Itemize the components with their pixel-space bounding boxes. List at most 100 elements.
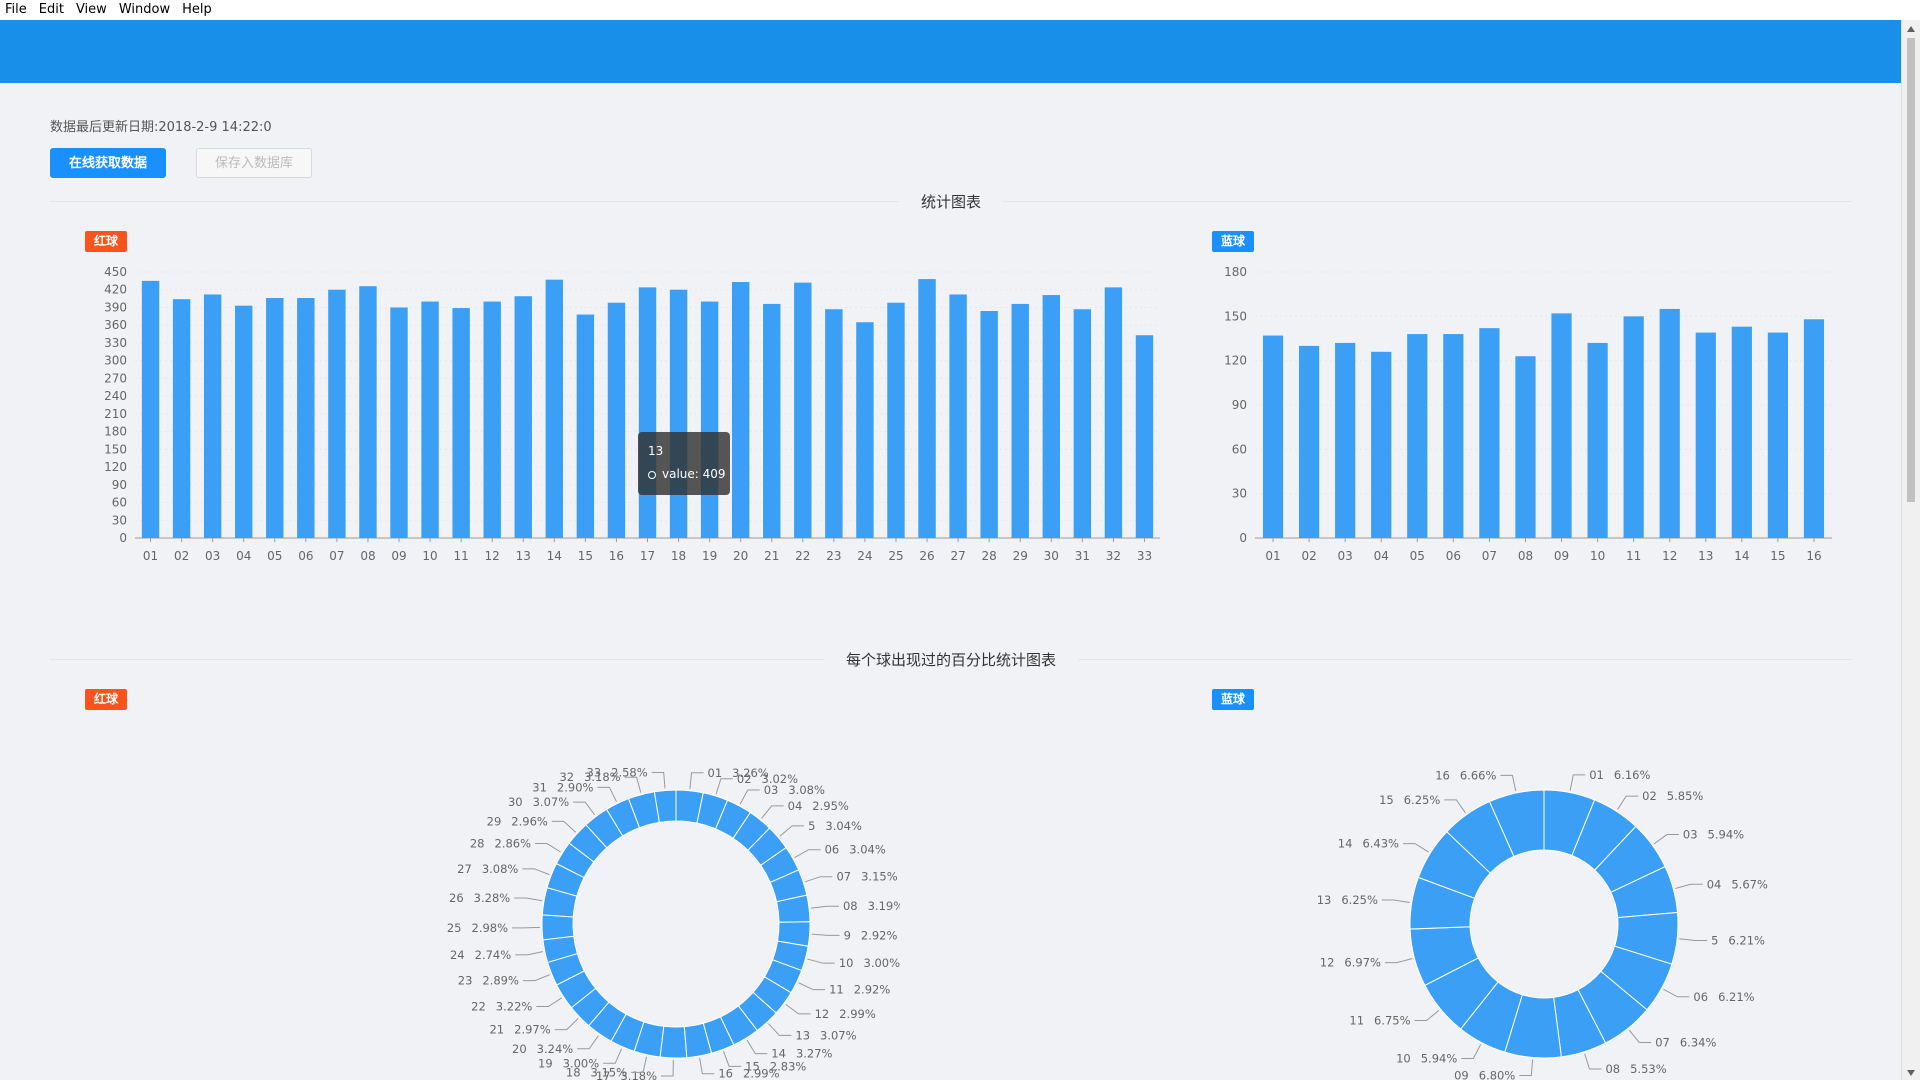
slice-name: 03 (764, 783, 779, 797)
bar (1803, 319, 1825, 538)
menu-bar: File Edit View Window Help (0, 0, 1920, 21)
menu-edit[interactable]: Edit (33, 0, 70, 20)
x-tick-label: 04 (236, 549, 251, 563)
pie-slice-label: 08 3.19% (843, 899, 900, 913)
label-leader-line (514, 897, 543, 902)
bar (1515, 356, 1536, 538)
slice-name: 16 (718, 1067, 733, 1080)
bar (1695, 332, 1716, 538)
x-tick-label: 27 (950, 549, 965, 563)
pie-slice-label: 13 6.25% (1317, 893, 1378, 907)
label-leader-line (522, 974, 550, 982)
slice-name: 30 (508, 795, 523, 809)
x-tick-label: 09 (1554, 549, 1569, 563)
pie-slice-label: 21 2.97% (489, 1023, 550, 1037)
scrollbar-thumb[interactable] (1907, 38, 1915, 502)
pie-slice-label: 16 2.99% (718, 1067, 779, 1080)
x-tick-label: 21 (764, 549, 779, 563)
x-tick-label: 16 (609, 549, 624, 563)
fetch-online-button[interactable]: 在线获取数据 (50, 148, 166, 178)
slice-name: 21 (489, 1023, 504, 1037)
slice-name: 28 (470, 837, 485, 851)
x-tick-label: 26 (919, 549, 934, 563)
x-tick-label: 08 (1518, 549, 1533, 563)
label-leader-line (739, 789, 760, 805)
bar (763, 303, 781, 538)
y-tick-label: 150 (1224, 309, 1247, 323)
x-tick-label: 12 (1662, 549, 1677, 563)
y-tick-label: 90 (112, 478, 127, 492)
slice-percent: 5.94% (1708, 828, 1745, 842)
pie-slice-label: 9 2.92% (844, 928, 898, 942)
red-ball-bar-chart[interactable]: 0306090120150180210240270300330360390420… (100, 255, 1180, 580)
bar (1262, 335, 1284, 538)
x-tick-label: 01 (1265, 549, 1280, 563)
x-tick-label: 03 (1338, 549, 1353, 563)
blue-ball-percent-pie[interactable]: 01 6.16% 02 5.85% 03 5.94% 04 5.67% 5 6.21% 06 6.21… (1280, 720, 1800, 1080)
bar (1623, 316, 1644, 538)
pie-slice-label: 07 3.15% (836, 870, 897, 884)
label-leader-line (1384, 958, 1413, 964)
menu-file[interactable]: File (0, 0, 33, 20)
slice-name: 10 (839, 956, 854, 970)
slice-percent: 2.74% (475, 948, 512, 962)
blue-ball-bar-chart[interactable]: 0 30 60 90 120 150 180 01 02 03 04 05 06 07 08 09 10 11 12… (1220, 255, 1860, 580)
pie-slice-label: 29 2.96% (487, 814, 548, 828)
x-tick-label: 16 (1806, 549, 1821, 563)
save-to-database-button[interactable]: 保存入数据库 (196, 148, 312, 178)
label-leader-line (1402, 843, 1429, 853)
pie-slice-label: 11 6.75% (1349, 1014, 1410, 1028)
y-tick-label: 30 (112, 513, 127, 527)
slice-percent: 6.66% (1460, 768, 1497, 782)
slice-name: 07 (1655, 1035, 1670, 1049)
label-leader-line (554, 1018, 579, 1031)
pie-slice-label: 01 6.16% (1589, 768, 1650, 782)
slice-percent: 3.08% (482, 862, 519, 876)
x-tick-label: 07 (1482, 549, 1497, 563)
label-leader-line (1519, 1059, 1534, 1076)
bar (1659, 308, 1680, 538)
pie-slice-label: 30 3.07% (508, 795, 569, 809)
bar (266, 298, 284, 538)
label-leader-line (515, 951, 543, 956)
pie-slice-label: 19 3.00% (538, 1056, 599, 1070)
label-leader-line (794, 849, 821, 858)
blue-ball-percent-tag: 蓝球 (1212, 689, 1255, 710)
menu-view[interactable]: View (70, 0, 113, 20)
y-tick-label: 240 (104, 389, 127, 403)
slice-percent: 2.99% (743, 1067, 780, 1080)
menu-help[interactable]: Help (176, 0, 218, 20)
scroll-down-arrow-icon[interactable] (1907, 1070, 1915, 1076)
slice-percent: 2.92% (861, 928, 898, 942)
x-tick-label: 09 (391, 549, 406, 563)
red-ball-percent-pie[interactable]: 01 3.26%02 3.02%03 3.08%04 2.95%5 3.04%06 3.04… (380, 720, 900, 1080)
slice-percent: 2.58% (611, 765, 648, 779)
menu-window[interactable]: Window (113, 0, 176, 20)
label-leader-line (768, 1023, 792, 1036)
bar (452, 308, 470, 538)
bar (669, 289, 688, 538)
bar (887, 302, 905, 538)
slice-percent: 5.67% (1731, 877, 1768, 891)
x-tick-label: 31 (1075, 549, 1090, 563)
x-tick-label: 02 (1301, 549, 1316, 563)
label-leader-line (535, 843, 561, 853)
label-leader-line (689, 772, 704, 789)
x-tick-label: 18 (671, 549, 686, 563)
x-tick-label: 19 (702, 549, 717, 563)
bar (1104, 287, 1123, 538)
red-ball-tag: 红球 (85, 231, 128, 252)
pie-slice-label: 11 2.92% (829, 983, 890, 997)
slice-percent: 2.95% (812, 799, 849, 813)
y-tick-label: 180 (1224, 265, 1247, 279)
pie-slice-label: 04 2.95% (788, 799, 849, 813)
vertical-scrollbar[interactable] (1901, 20, 1920, 1080)
slice-name: 9 (844, 928, 851, 942)
bar (297, 298, 315, 538)
x-tick-label: 10 (1590, 549, 1605, 563)
x-tick-label: 07 (329, 549, 344, 563)
scroll-up-arrow-icon[interactable] (1907, 26, 1915, 32)
label-leader-line (1569, 774, 1586, 791)
bar (1407, 334, 1428, 538)
label-leader-line (573, 801, 596, 816)
